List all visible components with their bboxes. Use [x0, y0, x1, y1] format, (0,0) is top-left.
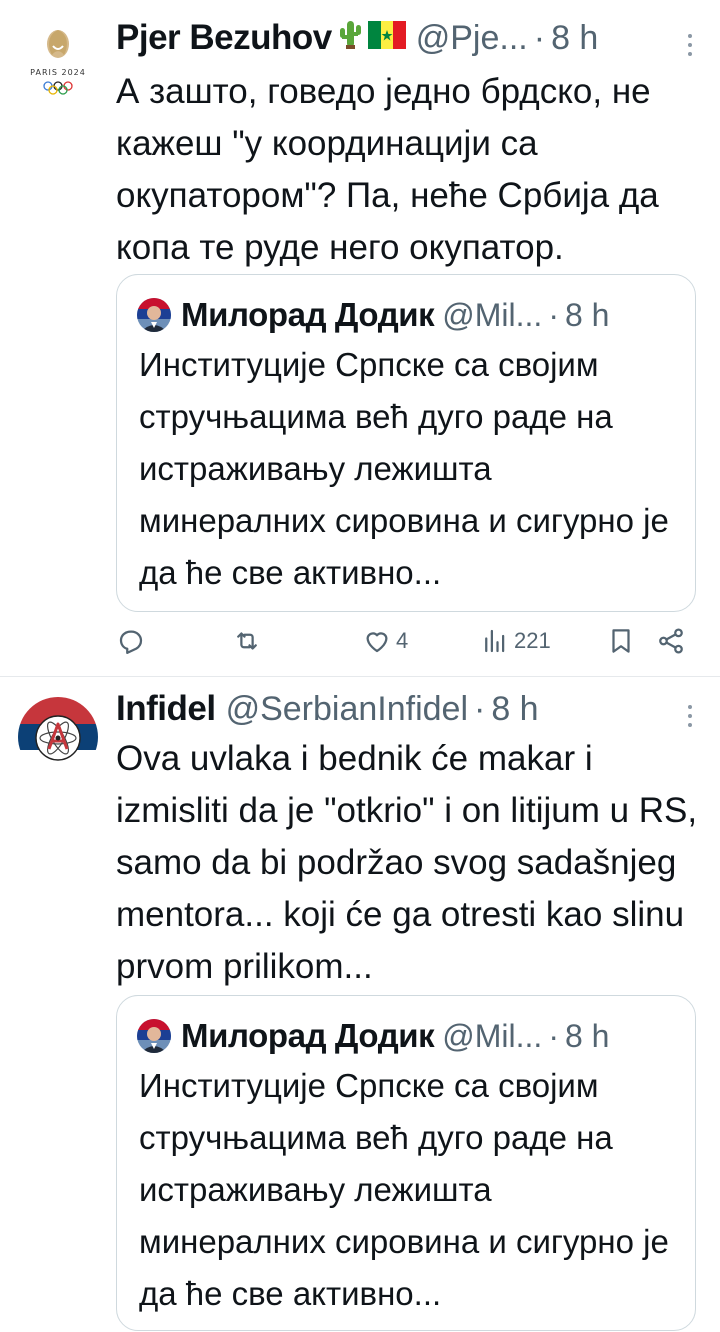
tweet-actions-bar: 4 221	[116, 622, 690, 666]
views-button[interactable]: 221	[480, 626, 551, 656]
timestamp[interactable]: 8 h	[491, 690, 538, 729]
tweet-header: Pjer Bezuhov @Pje... · 8 h	[116, 18, 660, 64]
quoted-author-name: Милорад Додик	[181, 296, 435, 333]
share-button[interactable]	[656, 626, 686, 656]
quoted-author-avatar	[137, 1019, 171, 1053]
tweet-text: Ova uvlaka i bednik će makar i izmisliti…	[116, 739, 698, 986]
separator-dot: ·	[533, 19, 546, 57]
quoted-author-name: Милорад Додик	[181, 1017, 435, 1054]
paris-2024-logo-text: PARIS 2024	[30, 68, 86, 77]
avatar-paris-2024[interactable]: PARIS 2024	[18, 22, 98, 102]
paris-2024-logo-icon: PARIS 2024	[18, 22, 98, 102]
view-count: 221	[514, 628, 551, 653]
share-icon	[656, 626, 686, 656]
tweet-header: Infidel @SerbianInfidel · 8 h	[116, 689, 660, 735]
quoted-tweet[interactable]: Милорад Додик @Mil... · 8 h Институције …	[116, 274, 696, 612]
cactus-icon	[338, 19, 362, 54]
quoted-author-handle: @Mil...	[442, 1017, 543, 1054]
bookmark-button[interactable]	[606, 626, 636, 656]
quoted-timestamp: 8 h	[564, 1017, 610, 1054]
timestamp[interactable]: 8 h	[551, 19, 598, 58]
more-options-icon[interactable]	[686, 30, 694, 64]
more-options-icon[interactable]	[686, 701, 694, 735]
separator-dot: ·	[548, 296, 559, 333]
quoted-tweet-header: Милорад Додик @Mil... · 8 h	[137, 293, 675, 337]
senegal-flag-icon	[367, 21, 406, 54]
author-handle[interactable]: @Pje...	[416, 19, 528, 58]
retweet-button[interactable]	[232, 626, 266, 656]
quoted-tweet-header: Милорад Додик @Mil... · 8 h	[137, 1014, 675, 1058]
reply-icon	[116, 626, 146, 656]
quoted-author-avatar	[137, 298, 171, 332]
tweet-text: А зашто, говедо једно брдско, не кажеш "…	[116, 72, 659, 267]
like-count: 4	[396, 628, 409, 653]
quoted-tweet-text: Институције Српске са својим стручњацима…	[139, 1067, 669, 1312]
views-chart-icon	[480, 626, 510, 656]
quoted-author-handle: @Mil...	[442, 296, 543, 333]
bookmark-icon	[606, 626, 636, 656]
tweet[interactable]: Infidel @SerbianInfidel · 8 h Ova uvlaka…	[0, 677, 720, 1332]
separator-dot: ·	[474, 690, 486, 728]
like-button[interactable]: 4	[362, 626, 408, 656]
author-name[interactable]: Infidel	[116, 689, 216, 729]
quoted-timestamp: 8 h	[564, 296, 610, 333]
quoted-tweet[interactable]: Милорад Додик @Mil... · 8 h Институције …	[116, 995, 696, 1331]
tweet[interactable]: PARIS 2024 Pjer Bezuhov @Pje... · 8 h А …	[0, 0, 720, 677]
avatar-infidel[interactable]	[18, 697, 98, 777]
atheist-atom-logo-icon	[18, 697, 98, 777]
quoted-tweet-text: Институције Српске са својим стручњацима…	[139, 346, 669, 591]
heart-icon	[362, 626, 392, 656]
author-name[interactable]: Pjer Bezuhov	[116, 18, 332, 58]
separator-dot: ·	[548, 1017, 559, 1054]
retweet-icon	[232, 626, 262, 656]
author-handle[interactable]: @SerbianInfidel	[226, 690, 468, 729]
reply-button[interactable]	[116, 626, 150, 656]
